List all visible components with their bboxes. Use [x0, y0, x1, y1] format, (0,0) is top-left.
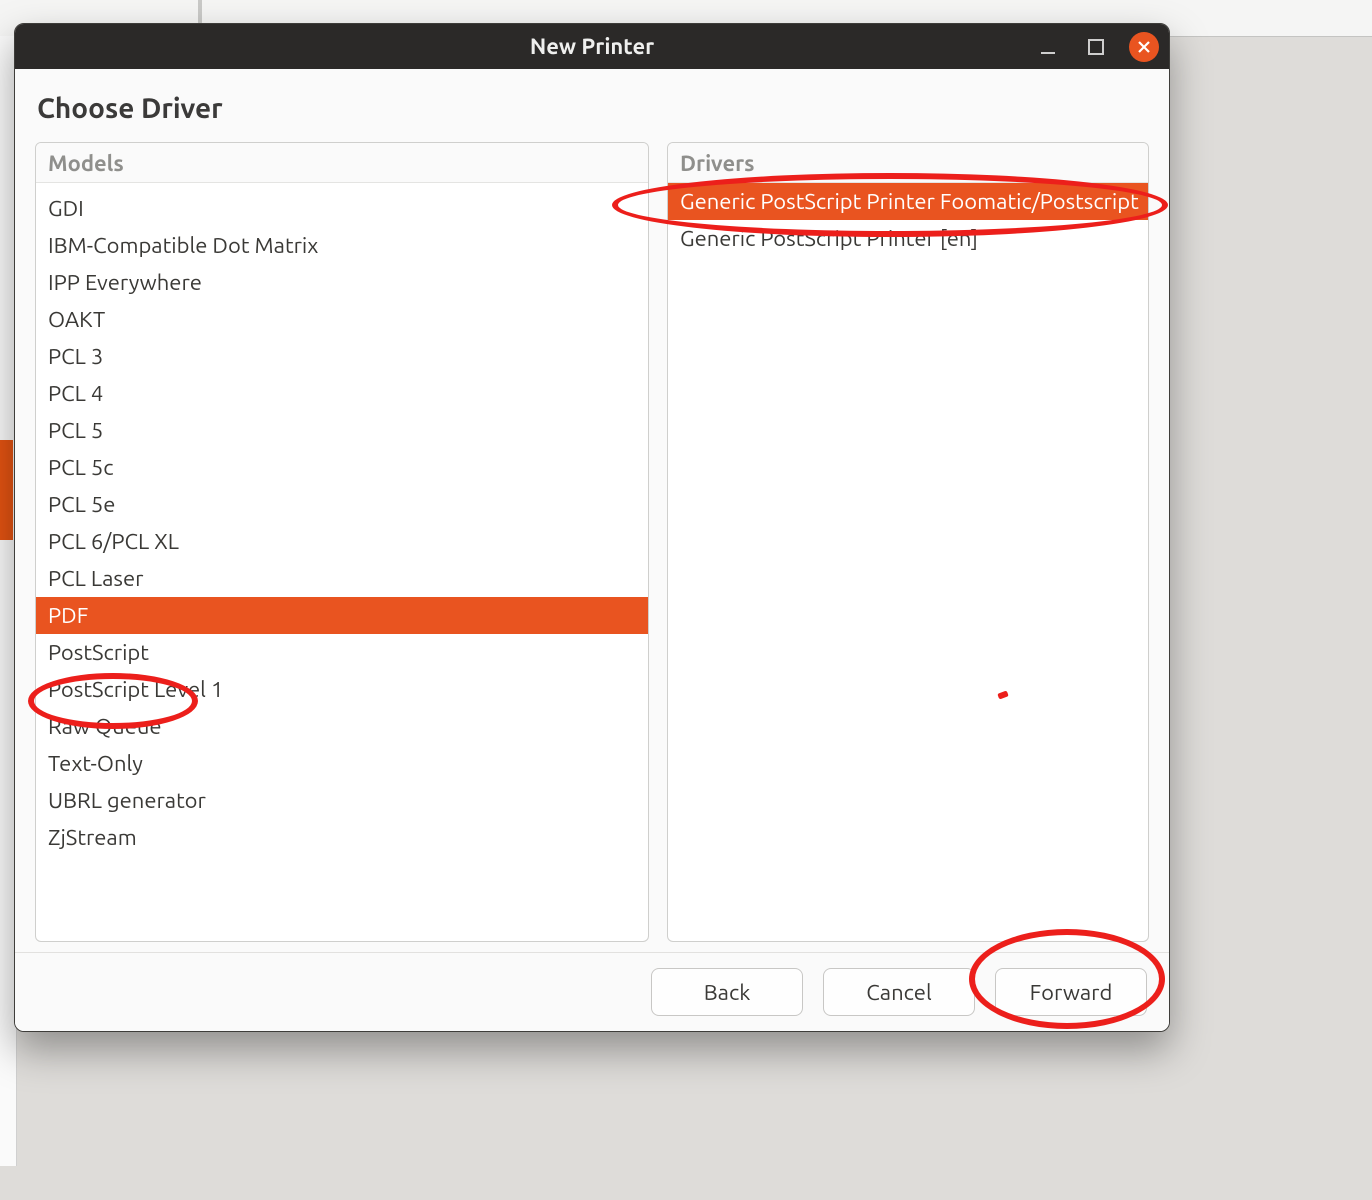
cancel-button-label: Cancel	[866, 980, 931, 1005]
cancel-button[interactable]: Cancel	[823, 968, 975, 1016]
models-row-label: Raw Queue	[48, 714, 162, 739]
models-row-label: PCL 5c	[48, 455, 114, 480]
window-titlebar: New Printer	[15, 24, 1169, 69]
models-row-label: PCL 5e	[48, 492, 115, 517]
models-row-label: PCL 6/PCL XL	[48, 529, 179, 554]
drivers-row[interactable]: Generic PostScript Printer [en]	[668, 220, 1148, 257]
models-row-label: PCL Laser	[48, 566, 143, 591]
models-row[interactable]: ESC/P Dot Matrix	[36, 183, 648, 190]
models-row-label: PCL 5	[48, 418, 103, 443]
models-row[interactable]: GDI	[36, 190, 648, 227]
minimize-button[interactable]	[1033, 32, 1063, 62]
drivers-row[interactable]: Generic PostScript Printer Foomatic/Post…	[668, 183, 1148, 220]
models-row[interactable]: UBRL generator	[36, 782, 648, 819]
models-row[interactable]: PostScript Level 1	[36, 671, 648, 708]
background-selection-stripe	[0, 440, 13, 540]
models-row[interactable]: PCL 4	[36, 375, 648, 412]
models-row[interactable]: PCL 3	[36, 338, 648, 375]
back-button-label: Back	[704, 980, 751, 1005]
dialog-body: Choose Driver Models ESC/P Dot Matrix GDI…	[15, 69, 1169, 952]
window-controls	[1033, 24, 1159, 69]
lists-row: Models ESC/P Dot Matrix GDI IBM-Compatible…	[35, 142, 1149, 942]
maximize-icon	[1088, 39, 1104, 55]
models-row-label: PDF	[48, 603, 88, 628]
models-list[interactable]: ESC/P Dot Matrix GDI IBM-Compatible Dot Ma…	[36, 183, 648, 941]
drivers-column: Drivers Generic PostScript Printer Fooma…	[667, 142, 1149, 942]
models-row-label: UBRL generator	[48, 788, 206, 813]
drivers-column-header: Drivers	[668, 143, 1148, 183]
forward-button[interactable]: Forward	[995, 968, 1147, 1016]
models-row[interactable]: PCL 5	[36, 412, 648, 449]
models-row[interactable]: PCL 5c	[36, 449, 648, 486]
maximize-button[interactable]	[1081, 32, 1111, 62]
models-row[interactable]: ZjStream	[36, 819, 648, 856]
models-row-label: PCL 4	[48, 381, 103, 406]
dialog-footer: Back Cancel Forward	[15, 952, 1169, 1031]
page-title: Choose Driver	[37, 93, 1149, 124]
models-row[interactable]: PCL Laser	[36, 560, 648, 597]
models-row[interactable]: PDF	[36, 597, 648, 634]
models-row-label: ESC/P Dot Matrix	[48, 183, 218, 184]
models-row[interactable]: Text-Only	[36, 745, 648, 782]
models-row-label: PCL 3	[48, 344, 103, 369]
models-column-header: Models	[36, 143, 648, 183]
models-row-label: OAKT	[48, 307, 105, 332]
drivers-row-label: Generic PostScript Printer [en]	[680, 226, 978, 251]
models-row[interactable]: OAKT	[36, 301, 648, 338]
models-row-label: GDI	[48, 196, 84, 221]
close-button[interactable]	[1129, 32, 1159, 62]
close-icon	[1137, 40, 1151, 54]
models-row[interactable]: Raw Queue	[36, 708, 648, 745]
minimize-icon	[1041, 52, 1055, 54]
drivers-list[interactable]: Generic PostScript Printer Foomatic/Post…	[668, 183, 1148, 941]
models-row[interactable]: IBM-Compatible Dot Matrix	[36, 227, 648, 264]
models-column: Models ESC/P Dot Matrix GDI IBM-Compatible…	[35, 142, 649, 942]
models-row[interactable]: PCL 6/PCL XL	[36, 523, 648, 560]
models-row-label: ZjStream	[48, 825, 137, 850]
new-printer-dialog: New Printer Choose Driver Models ESC/P	[14, 23, 1170, 1032]
models-row[interactable]: PostScript	[36, 634, 648, 671]
models-row[interactable]: IPP Everywhere	[36, 264, 648, 301]
forward-button-label: Forward	[1030, 980, 1113, 1005]
models-row-label: IPP Everywhere	[48, 270, 202, 295]
window-title: New Printer	[530, 34, 654, 59]
back-button[interactable]: Back	[651, 968, 803, 1016]
models-row-label: IBM-Compatible Dot Matrix	[48, 233, 318, 258]
drivers-row-label: Generic PostScript Printer Foomatic/Post…	[680, 189, 1139, 214]
models-row-label: PostScript	[48, 640, 149, 665]
models-row-label: PostScript Level 1	[48, 677, 223, 702]
models-row[interactable]: PCL 5e	[36, 486, 648, 523]
models-row-label: Text-Only	[48, 751, 143, 776]
